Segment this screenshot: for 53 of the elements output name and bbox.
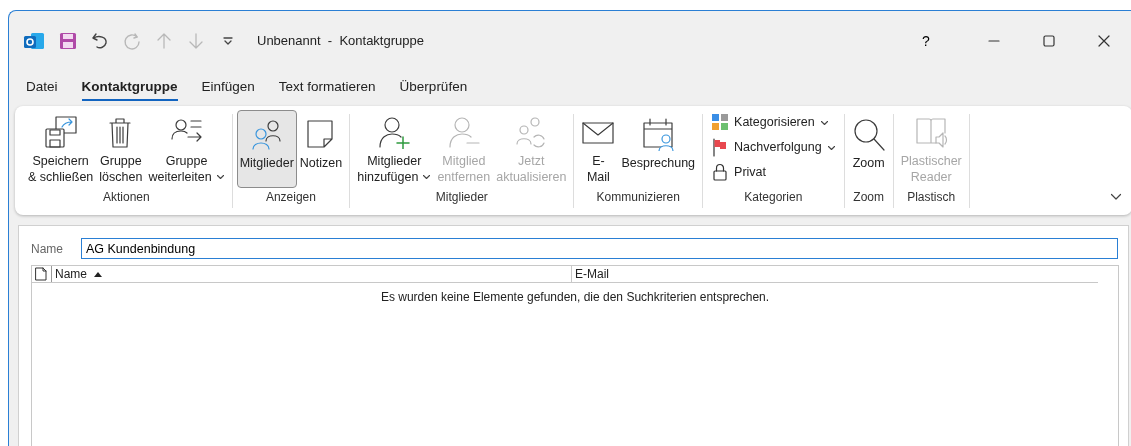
caret-icon (422, 173, 432, 181)
ribbon-button[interactable]: Privat (707, 160, 840, 185)
save-close-icon (43, 115, 78, 149)
close-icon[interactable] (1096, 34, 1111, 48)
lock-icon (711, 163, 730, 182)
category-grid-icon (711, 113, 730, 132)
undo-icon[interactable] (90, 31, 110, 51)
column-header[interactable]: Name (52, 266, 572, 282)
collapse-ribbon-icon[interactable] (1110, 193, 1122, 201)
group-label: Anzeigen (265, 189, 316, 206)
ribbon-button[interactable]: Besprechung (618, 110, 699, 188)
group-label: Aktionen (102, 189, 150, 206)
window-title: Unbenannt - Kontaktgruppe (257, 32, 424, 51)
group-label: Mitglieder (435, 189, 488, 206)
ribbon-tab[interactable]: Datei (26, 78, 58, 101)
ribbon-button[interactable]: Kategorisieren (707, 110, 840, 135)
ribbon-button[interactable]: Nachverfolgung (707, 135, 840, 160)
ribbon-button[interactable]: Notizen (296, 110, 346, 188)
caret-icon (215, 173, 225, 181)
ribbon-tab[interactable]: Kontaktgruppe (81, 78, 178, 101)
ribbon-tab[interactable]: Text formatieren (278, 78, 376, 101)
group-label: Kommunizieren (596, 189, 680, 206)
group-label: Kategorien (744, 189, 803, 206)
ribbon-button[interactable]: Gruppe löschen (96, 110, 146, 188)
caret-icon (819, 118, 829, 127)
calendar-person-icon (641, 117, 676, 151)
name-label: Name (31, 240, 64, 258)
ribbon-button[interactable]: Mitglieder (236, 110, 297, 188)
ribbon-button[interactable]: E- Mail (578, 110, 619, 188)
ribbon-tab[interactable]: Einfügen (201, 78, 255, 101)
empty-message: Es wurden keine Elemente gefunden, die den Suchkriterien entsprechen. (379, 289, 771, 306)
save-icon[interactable] (58, 31, 78, 51)
book-speaker-icon (914, 115, 949, 149)
person-add-icon (377, 115, 412, 149)
ribbon-tab[interactable]: Überprüfen (399, 78, 468, 101)
ribbon-button[interactable]: Mitglieder hinzufügen (354, 110, 435, 188)
maximize-icon[interactable] (1041, 34, 1056, 48)
search-icon (851, 117, 886, 151)
person-remove-icon (446, 115, 481, 149)
caret-icon (826, 143, 836, 152)
ribbon-button[interactable]: Speichern & schließen (25, 110, 97, 188)
customize-icon[interactable] (222, 35, 234, 47)
group-label: Zoom (853, 189, 884, 206)
column-header[interactable]: E-Mail (572, 266, 1098, 282)
name-field[interactable]: AG Kundenbindung (81, 238, 1118, 259)
help-button[interactable]: ? (914, 29, 938, 53)
people-icon (249, 117, 284, 151)
document-icon (35, 267, 47, 281)
ribbon-button[interactable]: Zoom (848, 110, 889, 188)
ribbon-button[interactable]: Gruppe weiterleiten (145, 110, 228, 188)
group-label: Plastisch (907, 189, 956, 206)
app-icon[interactable] (23, 31, 45, 51)
sort-arrow-icon (93, 270, 103, 278)
